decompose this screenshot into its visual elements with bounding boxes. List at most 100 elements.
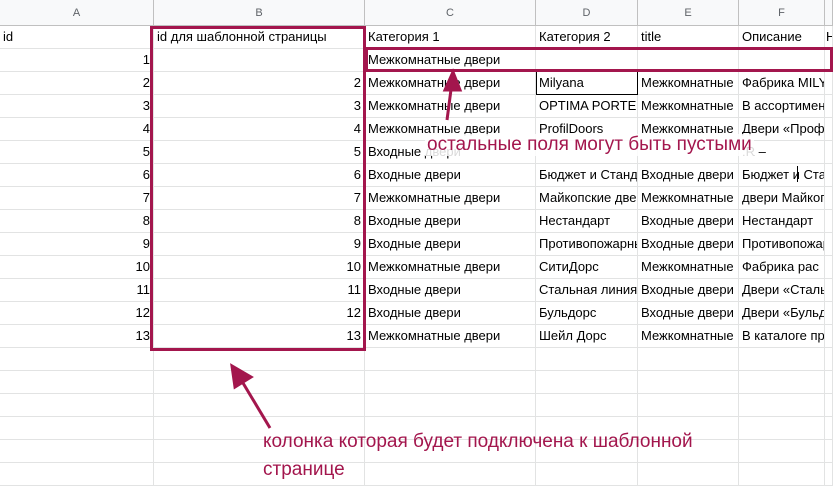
cell-title[interactable]: Межкомнатные [638, 95, 739, 118]
cell-category2[interactable]: OPTIMA PORTE [536, 95, 638, 118]
col-header-g[interactable] [825, 0, 833, 26]
cell-category2[interactable]: Стальная линия [536, 279, 638, 302]
cell-template-id[interactable]: 9 [154, 233, 365, 256]
cell-template-id[interactable]: 2 [154, 72, 365, 95]
empty-cell[interactable] [0, 463, 154, 486]
cell-category2[interactable]: Шейл Дорс [536, 325, 638, 348]
cell-template-id[interactable]: 8 [154, 210, 365, 233]
cell-template-id[interactable]: 10 [154, 256, 365, 279]
cell-category1[interactable]: Межкомнатные двери [365, 187, 536, 210]
col-header-c[interactable]: C [365, 0, 536, 26]
cell-category1[interactable]: Входные двери [365, 279, 536, 302]
cell-category1[interactable]: Межкомнатные двери [365, 72, 536, 95]
cell-category2[interactable]: Майкопские двери [536, 187, 638, 210]
cell-title[interactable]: Межкомнатные [638, 256, 739, 279]
cell-template-id[interactable]: 6 [154, 164, 365, 187]
cell-id[interactable]: 9 [0, 233, 154, 256]
cell-h[interactable] [825, 256, 833, 279]
empty-cell[interactable] [0, 440, 154, 463]
col-header-b[interactable]: B [154, 0, 365, 26]
cell-description[interactable]: Нестандарт [739, 210, 825, 233]
cell-header-id[interactable]: id [0, 26, 154, 49]
cell-template-id[interactable]: 12 [154, 302, 365, 325]
empty-cell[interactable] [739, 463, 825, 486]
cell-title[interactable]: Межкомнатные [638, 72, 739, 95]
cell-header-h[interactable]: Н [825, 26, 833, 49]
cell-header-template-id[interactable]: id для шаблонной страницы [154, 26, 365, 49]
empty-cell[interactable] [536, 371, 638, 394]
cell-title[interactable]: Входные двери [638, 210, 739, 233]
cell-id[interactable]: 10 [0, 256, 154, 279]
col-header-e[interactable]: E [638, 0, 739, 26]
empty-cell[interactable] [825, 417, 833, 440]
cell-category1[interactable]: Входные двери [365, 233, 536, 256]
empty-cell[interactable] [365, 348, 536, 371]
empty-cell[interactable] [825, 440, 833, 463]
empty-cell[interactable] [154, 348, 365, 371]
cell-h[interactable] [825, 49, 833, 72]
cell-category1[interactable]: Входные двери [365, 302, 536, 325]
cell-id[interactable]: 12 [0, 302, 154, 325]
empty-cell[interactable] [0, 417, 154, 440]
cell-h[interactable] [825, 141, 833, 164]
empty-cell[interactable] [365, 463, 536, 486]
cell-h[interactable] [825, 233, 833, 256]
cell-title[interactable]: Входные двери [638, 233, 739, 256]
empty-cell[interactable] [536, 394, 638, 417]
cell-h[interactable] [825, 302, 833, 325]
cell-id[interactable]: 13 [0, 325, 154, 348]
cell-description[interactable]: В каталоге пр [739, 325, 825, 348]
cell-template-id[interactable]: 13 [154, 325, 365, 348]
empty-cell[interactable] [739, 348, 825, 371]
empty-cell[interactable] [154, 371, 365, 394]
cell-h[interactable] [825, 210, 833, 233]
cell-category2[interactable]: СитиДорс [536, 256, 638, 279]
cell-id[interactable]: 8 [0, 210, 154, 233]
cell-h[interactable] [825, 95, 833, 118]
cell-description[interactable]: Противопожарн [739, 233, 825, 256]
cell-category2[interactable]: Бюджет и Стандарт [536, 164, 638, 187]
cell-id[interactable]: 4 [0, 118, 154, 141]
cell-id[interactable]: 5 [0, 141, 154, 164]
cell-description[interactable]: Бюджет и Стан [739, 164, 825, 187]
cell-description[interactable]: Фабрика рас [739, 256, 825, 279]
empty-cell[interactable] [739, 417, 825, 440]
cell-template-id[interactable]: 7 [154, 187, 365, 210]
empty-cell[interactable] [739, 371, 825, 394]
cell-id[interactable]: 3 [0, 95, 154, 118]
cell-category1[interactable]: Входные двери [365, 210, 536, 233]
cell-description[interactable]: Фабрика MILYA [739, 72, 825, 95]
cell-id[interactable]: 7 [0, 187, 154, 210]
cell-title[interactable]: Межкомнатные [638, 325, 739, 348]
cell-template-id[interactable]: 11 [154, 279, 365, 302]
empty-cell[interactable] [638, 394, 739, 417]
empty-cell[interactable] [739, 440, 825, 463]
cell-h[interactable] [825, 164, 833, 187]
cell-category2[interactable] [536, 49, 638, 72]
cell-category1[interactable]: Межкомнатные двери [365, 95, 536, 118]
empty-cell[interactable] [0, 394, 154, 417]
empty-cell[interactable] [536, 463, 638, 486]
cell-description[interactable]: двери Майкопс [739, 187, 825, 210]
cell-id[interactable]: 1 [0, 49, 154, 72]
cell-id[interactable]: 11 [0, 279, 154, 302]
cell-title[interactable]: Входные двери [638, 279, 739, 302]
cell-h[interactable] [825, 118, 833, 141]
empty-cell[interactable] [365, 371, 536, 394]
cell-title[interactable] [638, 49, 739, 72]
cell-header-category1[interactable]: Категория 1 [365, 26, 536, 49]
cell-category1[interactable]: Межкомнатные двери [365, 256, 536, 279]
cell-header-description[interactable]: Описание [739, 26, 825, 49]
cell-description[interactable]: В ассортимент [739, 95, 825, 118]
empty-cell[interactable] [739, 394, 825, 417]
cell-category1[interactable]: Межкомнатные двери [365, 325, 536, 348]
cell-template-id[interactable]: 5 [154, 141, 365, 164]
cell-category2[interactable]: Бульдорс [536, 302, 638, 325]
empty-cell[interactable] [154, 394, 365, 417]
cell-description[interactable]: Двери «Сталь [739, 279, 825, 302]
cell-template-id[interactable]: 3 [154, 95, 365, 118]
cell-header-category2[interactable]: Категория 2 [536, 26, 638, 49]
cell-header-title[interactable]: title [638, 26, 739, 49]
empty-cell[interactable] [0, 371, 154, 394]
empty-cell[interactable] [825, 348, 833, 371]
